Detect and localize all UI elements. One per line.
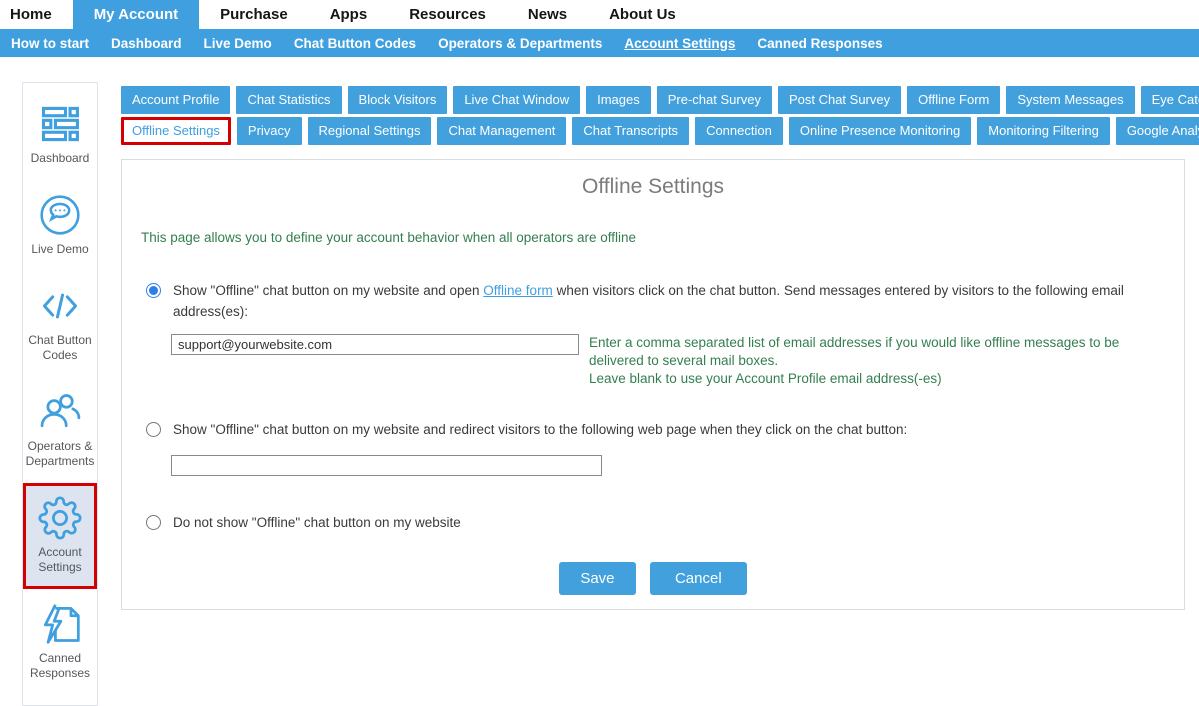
subnav-item-canned-responses[interactable]: Canned Responses: [747, 36, 892, 51]
tab-account-profile[interactable]: Account Profile: [121, 86, 230, 114]
topnav-item-my-account[interactable]: My Account: [73, 0, 199, 29]
topnav-item-purchase[interactable]: Purchase: [199, 0, 309, 29]
topnav-item-home[interactable]: Home: [0, 0, 73, 29]
tab-pre-chat-survey[interactable]: Pre-chat Survey: [657, 86, 772, 114]
tab-chat-transcripts[interactable]: Chat Transcripts: [572, 117, 689, 145]
offline-email-input[interactable]: [171, 334, 579, 355]
email-row: Enter a comma separated list of email ad…: [171, 334, 1184, 389]
subnav-item-live-demo[interactable]: Live Demo: [194, 36, 282, 51]
email-help-line-2: Leave blank to use your Account Profile …: [589, 370, 1167, 388]
tab-chat-management[interactable]: Chat Management: [437, 117, 566, 145]
tab-images[interactable]: Images: [586, 86, 651, 114]
offline-settings-panel: Offline Settings This page allows you to…: [121, 159, 1185, 610]
option1-text-before: Show "Offline" chat button on my website…: [173, 283, 483, 298]
tab-post-chat-survey[interactable]: Post Chat Survey: [778, 86, 901, 114]
tab-chat-statistics[interactable]: Chat Statistics: [236, 86, 341, 114]
subnav-item-chat-button-codes[interactable]: Chat Button Codes: [284, 36, 426, 51]
sidebar-item-label: Operators & Departments: [26, 439, 95, 469]
option-redirect-web-page-label: Show "Offline" chat button on my website…: [173, 420, 907, 441]
sidebar-item-label: Live Demo: [31, 242, 88, 257]
sidebar: Dashboard Live Demo Chat Button Codes Op…: [22, 82, 98, 706]
sub-navigation: How to start Dashboard Live Demo Chat Bu…: [0, 29, 1199, 57]
option-no-offline-button: Do not show "Offline" chat button on my …: [146, 513, 1144, 534]
subnav-item-account-settings[interactable]: Account Settings: [614, 36, 745, 51]
tab-block-visitors[interactable]: Block Visitors: [348, 86, 448, 114]
tab-row-1: Account Profile Chat Statistics Block Vi…: [121, 86, 1193, 114]
option-show-offline-form-label: Show "Offline" chat button on my website…: [173, 281, 1144, 323]
offline-form-link[interactable]: Offline form: [483, 283, 553, 298]
subnav-item-how-to-start[interactable]: How to start: [1, 36, 99, 51]
dashboard-icon: [38, 102, 82, 146]
option-redirect-web-page: Show "Offline" chat button on my website…: [146, 420, 1144, 441]
tab-google-analytics[interactable]: Google Analytics: [1116, 117, 1199, 145]
topnav-item-about-us[interactable]: About Us: [588, 0, 697, 29]
radio-no-offline-button[interactable]: [146, 515, 161, 530]
sidebar-item-canned-responses[interactable]: Canned Responses: [23, 589, 97, 695]
gear-icon: [38, 496, 82, 540]
canned-responses-icon: [38, 602, 82, 646]
top-navigation: Home My Account Purchase Apps Resources …: [0, 0, 1199, 29]
code-icon: [38, 284, 82, 328]
sidebar-item-live-demo[interactable]: Live Demo: [23, 180, 97, 271]
tab-privacy[interactable]: Privacy: [237, 117, 302, 145]
email-help-line-1: Enter a comma separated list of email ad…: [589, 334, 1167, 370]
email-help-text: Enter a comma separated list of email ad…: [589, 334, 1167, 389]
tab-row-2: Offline Settings Privacy Regional Settin…: [121, 117, 1193, 145]
subnav-item-operators-departments[interactable]: Operators & Departments: [428, 36, 612, 51]
sidebar-item-account-settings[interactable]: Account Settings: [23, 483, 97, 589]
subnav-item-dashboard[interactable]: Dashboard: [101, 36, 192, 51]
button-row: Save Cancel: [122, 562, 1184, 595]
sidebar-item-chat-button-codes[interactable]: Chat Button Codes: [23, 271, 97, 377]
radio-redirect-web-page[interactable]: [146, 422, 161, 437]
tab-live-chat-window[interactable]: Live Chat Window: [453, 86, 580, 114]
radio-show-offline-form[interactable]: [146, 283, 161, 298]
sidebar-item-label: Chat Button Codes: [28, 333, 92, 363]
tab-monitoring-filtering[interactable]: Monitoring Filtering: [977, 117, 1110, 145]
tab-eye-catcher[interactable]: Eye Catcher: [1141, 86, 1199, 114]
tab-regional-settings[interactable]: Regional Settings: [308, 117, 432, 145]
page-description: This page allows you to define your acco…: [141, 230, 1184, 245]
sidebar-item-operators-departments[interactable]: Operators & Departments: [23, 377, 97, 483]
tab-online-presence-monitoring[interactable]: Online Presence Monitoring: [789, 117, 971, 145]
tab-connection[interactable]: Connection: [695, 117, 783, 145]
tab-system-messages[interactable]: System Messages: [1006, 86, 1134, 114]
live-demo-chat-icon: [38, 193, 82, 237]
page-title: Offline Settings: [122, 175, 1184, 199]
sidebar-item-dashboard[interactable]: Dashboard: [23, 89, 97, 180]
topnav-item-resources[interactable]: Resources: [388, 0, 507, 29]
topnav-item-news[interactable]: News: [507, 0, 588, 29]
save-button[interactable]: Save: [559, 562, 635, 595]
sidebar-item-label: Canned Responses: [28, 651, 92, 681]
tab-offline-settings[interactable]: Offline Settings: [121, 117, 231, 145]
operators-people-icon: [38, 390, 82, 434]
cancel-button[interactable]: Cancel: [650, 562, 747, 595]
tab-offline-form[interactable]: Offline Form: [907, 86, 1000, 114]
sidebar-item-label: Account Settings: [28, 545, 92, 575]
option-no-offline-button-label: Do not show "Offline" chat button on my …: [173, 513, 461, 534]
redirect-url-input[interactable]: [171, 455, 602, 476]
option-show-offline-form: Show "Offline" chat button on my website…: [146, 281, 1144, 323]
sidebar-item-label: Dashboard: [31, 151, 90, 166]
topnav-item-apps[interactable]: Apps: [309, 0, 389, 29]
settings-tabs: Account Profile Chat Statistics Block Vi…: [121, 86, 1193, 148]
